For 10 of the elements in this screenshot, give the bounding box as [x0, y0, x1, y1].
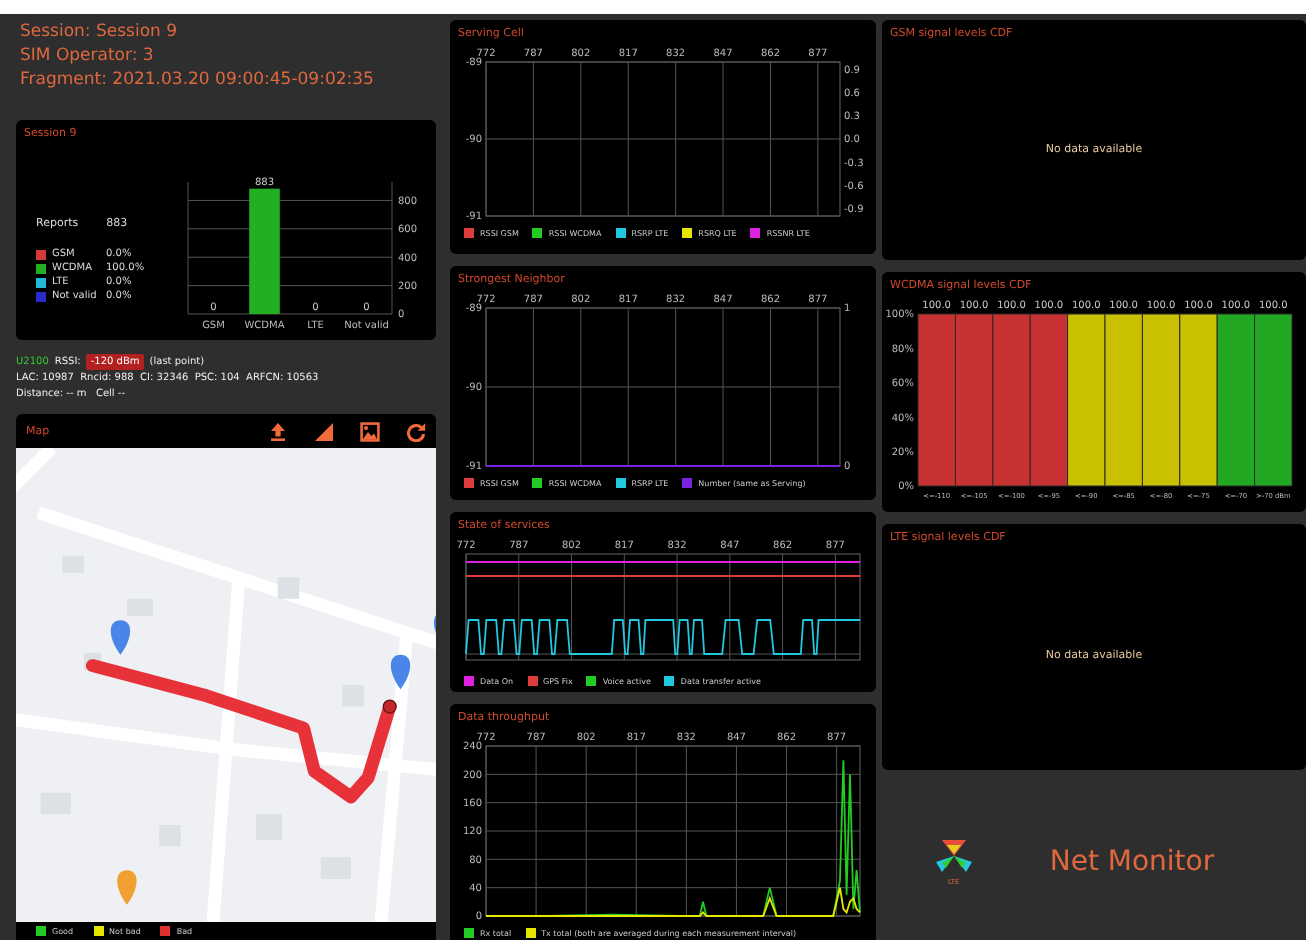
signal-icon[interactable] [314, 421, 334, 441]
refresh-icon[interactable] [406, 421, 426, 441]
app-name: Net Monitor [1049, 845, 1215, 877]
session-info: SIM Operator: 3 [20, 44, 156, 68]
session-info: Fragment: 2021.03.20 09:00:45-09:02:35 [20, 68, 376, 92]
app-logo-icon [933, 836, 974, 876]
upload-icon[interactable] [268, 421, 288, 441]
session-info: Session: Session 9 [20, 20, 180, 44]
bar [249, 188, 280, 314]
image-icon[interactable] [360, 421, 380, 441]
